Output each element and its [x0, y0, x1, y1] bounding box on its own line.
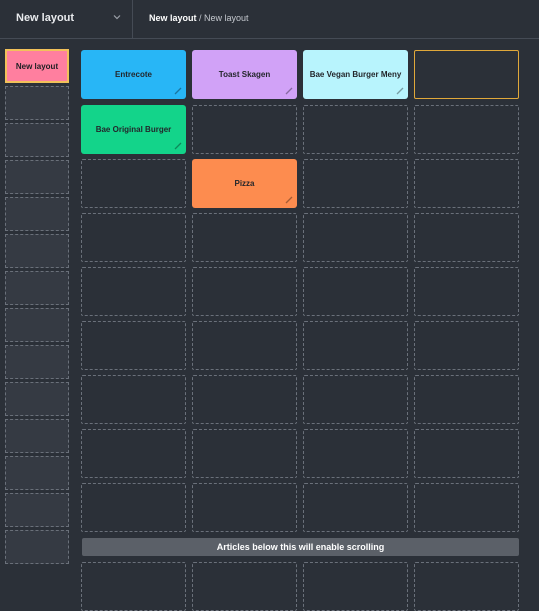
breadcrumb: New layout / New layout [149, 13, 249, 23]
grid-slot[interactable] [303, 429, 408, 478]
sidebar-slot[interactable] [5, 160, 69, 194]
grid-slot[interactable] [192, 213, 297, 262]
grid-slot[interactable] [414, 321, 519, 370]
tile-label: Bae Vegan Burger Meny [309, 70, 402, 79]
grid-slot[interactable] [303, 483, 408, 532]
grid-slot[interactable] [81, 429, 186, 478]
tile-label: Toast Skagen [218, 70, 271, 79]
sidebar-slot[interactable] [5, 123, 69, 157]
grid-slot[interactable] [414, 562, 519, 611]
sidebar-item-new-layout[interactable]: New layout [5, 49, 69, 83]
grid-slot[interactable] [81, 483, 186, 532]
article-tile-bae-original-burger[interactable]: Bae Original Burger [81, 105, 186, 154]
article-tile-pizza[interactable]: Pizza [192, 159, 297, 208]
grid-slot[interactable] [192, 267, 297, 316]
pencil-icon[interactable] [285, 196, 293, 204]
grid-slot[interactable] [303, 105, 408, 154]
tile-label: Bae Original Burger [95, 125, 172, 134]
pencil-icon[interactable] [174, 87, 182, 95]
grid-slot[interactable] [303, 562, 408, 611]
sidebar-slot[interactable] [5, 271, 69, 305]
grid-slot[interactable] [81, 159, 186, 208]
grid-slot[interactable] [414, 429, 519, 478]
grid-slot[interactable] [414, 483, 519, 532]
grid-slot[interactable] [81, 562, 186, 611]
sidebar-slot[interactable] [5, 86, 69, 120]
grid-slot[interactable] [192, 429, 297, 478]
sidebar-slot[interactable] [5, 382, 69, 416]
sidebar-slot[interactable] [5, 197, 69, 231]
grid-slot[interactable] [414, 267, 519, 316]
pencil-icon[interactable] [396, 87, 404, 95]
tile-label: Entrecote [115, 70, 152, 79]
layout-selector[interactable]: New layout [0, 0, 133, 38]
grid-slot[interactable] [192, 375, 297, 424]
pencil-icon[interactable] [285, 87, 293, 95]
grid-slot[interactable] [414, 213, 519, 262]
pencil-icon[interactable] [174, 142, 182, 150]
sidebar-slot[interactable] [5, 530, 69, 564]
grid-slot-selected[interactable] [414, 50, 519, 99]
grid-slot[interactable] [303, 159, 408, 208]
tile-label: Pizza [234, 179, 255, 188]
grid-slot[interactable] [192, 483, 297, 532]
breadcrumb-page: New layout [204, 13, 249, 23]
breadcrumb-separator: / [196, 13, 205, 23]
grid-slot[interactable] [81, 321, 186, 370]
grid-slot[interactable] [303, 213, 408, 262]
grid-slot[interactable] [192, 321, 297, 370]
grid-slot[interactable] [303, 375, 408, 424]
grid-slot[interactable] [303, 267, 408, 316]
article-tile-bae-vegan-burger-meny[interactable]: Bae Vegan Burger Meny [303, 50, 408, 99]
grid-slot[interactable] [414, 105, 519, 154]
top-bar: New layout New layout / New layout [0, 0, 539, 39]
grid-slot[interactable] [414, 375, 519, 424]
chevron-down-icon [113, 15, 121, 20]
breadcrumb-current[interactable]: New layout [149, 13, 197, 23]
sidebar-item-label: New layout [15, 61, 59, 71]
grid-slot[interactable] [81, 213, 186, 262]
scroll-threshold-label: Articles below this will enable scrollin… [216, 542, 385, 552]
scroll-threshold-banner: Articles below this will enable scrollin… [82, 538, 519, 556]
sidebar-slot[interactable] [5, 345, 69, 379]
grid-slot[interactable] [192, 105, 297, 154]
sidebar-slot[interactable] [5, 493, 69, 527]
sidebar-slot[interactable] [5, 234, 69, 268]
sidebar-slot[interactable] [5, 308, 69, 342]
sidebar-slot[interactable] [5, 419, 69, 453]
grid-slot[interactable] [414, 159, 519, 208]
article-tile-entrecote[interactable]: Entrecote [81, 50, 186, 99]
grid-slot[interactable] [81, 375, 186, 424]
grid-slot[interactable] [81, 267, 186, 316]
layout-selector-label: New layout [16, 12, 75, 24]
article-tile-toast-skagen[interactable]: Toast Skagen [192, 50, 297, 99]
sidebar-slot[interactable] [5, 456, 69, 490]
grid-slot[interactable] [192, 562, 297, 611]
grid-slot[interactable] [303, 321, 408, 370]
